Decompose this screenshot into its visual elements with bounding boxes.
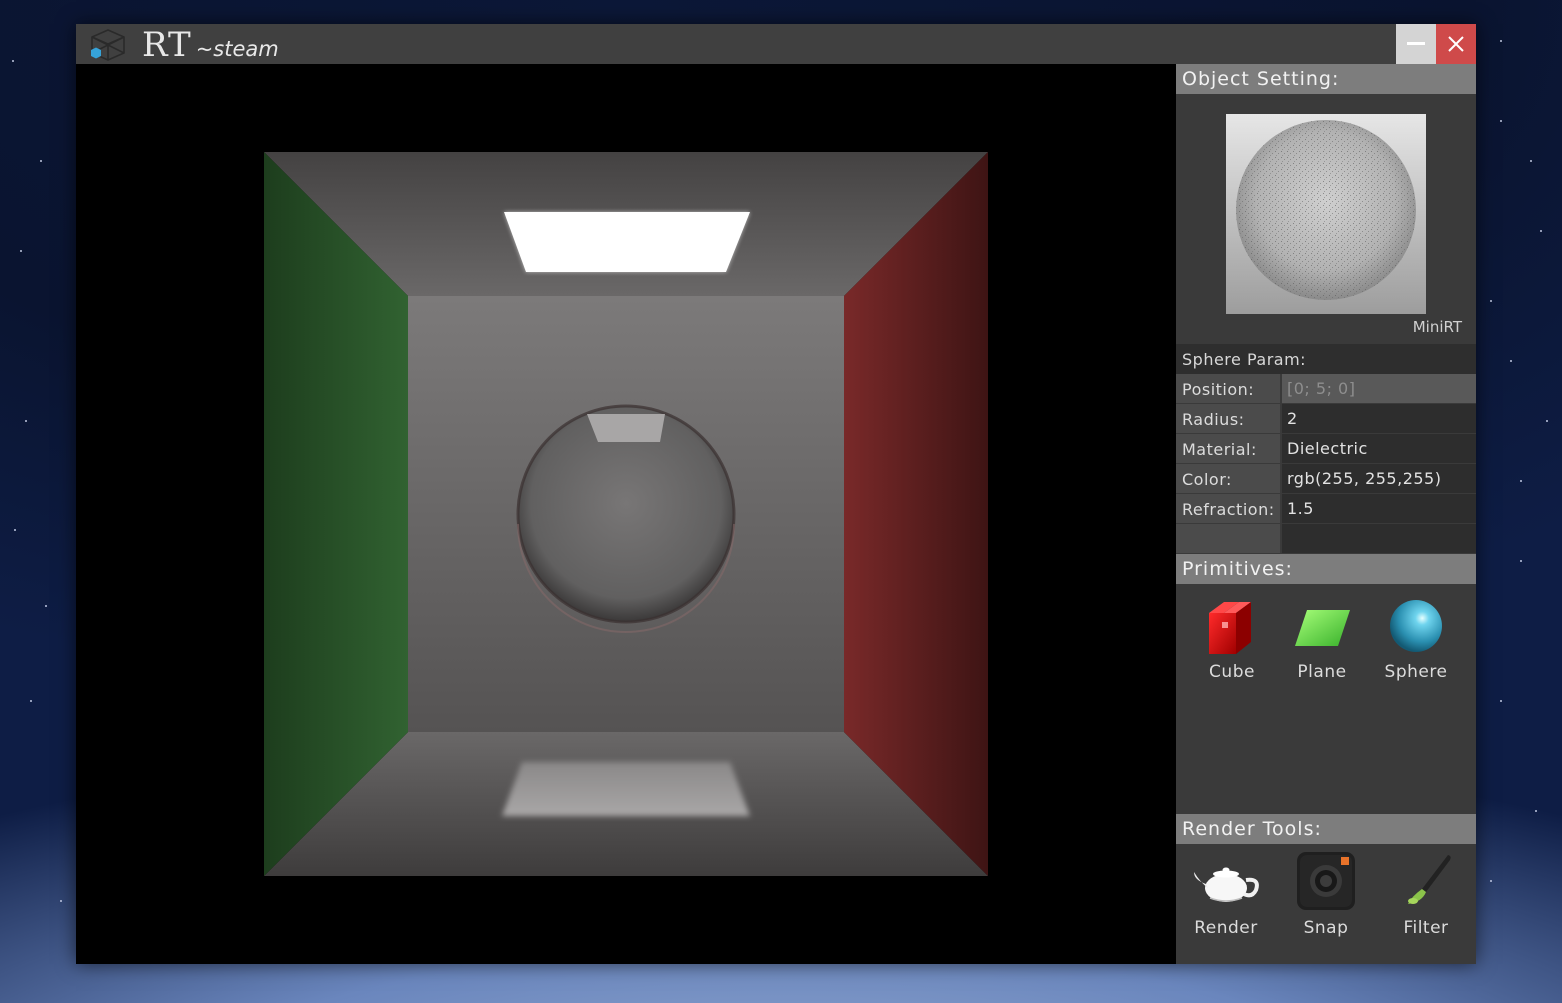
cornell-box-render bbox=[264, 152, 988, 876]
sphere-param-title: Sphere Param: bbox=[1176, 344, 1476, 374]
filter-button[interactable]: Filter bbox=[1386, 852, 1466, 938]
side-panel: Object Setting: MiniRT Sphere Param: Pos… bbox=[1176, 64, 1476, 964]
star bbox=[1540, 230, 1542, 232]
sphere-light-highlight bbox=[587, 414, 665, 442]
cube-logo-icon bbox=[91, 29, 125, 61]
app-title-main: RT bbox=[142, 25, 192, 65]
star bbox=[1500, 120, 1502, 122]
param-label-color: Color: bbox=[1176, 464, 1280, 493]
empty-param-input[interactable] bbox=[1282, 524, 1476, 553]
param-label-radius: Radius: bbox=[1176, 404, 1280, 433]
primitive-plane-button[interactable]: Plane bbox=[1282, 596, 1362, 682]
param-row-radius: Radius: bbox=[1176, 404, 1476, 434]
star bbox=[30, 700, 32, 702]
render-tools-header: Render Tools: bbox=[1176, 814, 1476, 844]
param-row-color: Color: bbox=[1176, 464, 1476, 494]
title-bar[interactable]: RT ~steam bbox=[76, 24, 1476, 65]
primitive-sphere-button[interactable]: Sphere bbox=[1376, 596, 1456, 682]
red-cube-icon bbox=[1209, 602, 1251, 654]
material-input[interactable] bbox=[1282, 434, 1476, 463]
app-title-sub: ~steam bbox=[195, 37, 279, 61]
star bbox=[12, 60, 14, 62]
star bbox=[25, 420, 27, 422]
filter-label: Filter bbox=[1403, 918, 1449, 938]
star bbox=[14, 529, 16, 531]
param-label-material: Material: bbox=[1176, 434, 1280, 463]
star bbox=[1530, 160, 1532, 162]
param-label-position: Position: bbox=[1176, 374, 1280, 403]
paintbrush-icon bbox=[1408, 855, 1451, 904]
refraction-input[interactable] bbox=[1282, 494, 1476, 523]
param-label-empty bbox=[1176, 524, 1280, 553]
star bbox=[1520, 480, 1522, 482]
position-input[interactable] bbox=[1282, 374, 1476, 403]
render-viewport[interactable] bbox=[76, 64, 1176, 964]
param-label-refraction: Refraction: bbox=[1176, 494, 1280, 523]
param-row-material: Material: bbox=[1176, 434, 1476, 464]
star bbox=[1535, 810, 1537, 812]
primitive-plane-label: Plane bbox=[1297, 662, 1347, 682]
radius-input[interactable] bbox=[1282, 404, 1476, 433]
color-input[interactable] bbox=[1282, 464, 1476, 493]
teapot-icon bbox=[1194, 867, 1259, 902]
blue-sphere-icon bbox=[1390, 600, 1442, 652]
star bbox=[20, 250, 22, 252]
camera-icon bbox=[1297, 852, 1355, 910]
primitives-header: Primitives: bbox=[1176, 554, 1476, 584]
star bbox=[1520, 560, 1522, 562]
minimize-icon bbox=[1407, 42, 1425, 45]
sphere-preview-image bbox=[1226, 114, 1426, 314]
star bbox=[40, 160, 42, 162]
param-row-empty bbox=[1176, 524, 1476, 554]
render-label: Render bbox=[1194, 918, 1258, 938]
snap-button[interactable]: Snap bbox=[1286, 852, 1366, 938]
star bbox=[1500, 700, 1502, 702]
star bbox=[1510, 360, 1512, 362]
snap-label: Snap bbox=[1303, 918, 1349, 938]
star bbox=[1546, 420, 1548, 422]
app-title: RT ~steam bbox=[142, 24, 279, 65]
star bbox=[60, 900, 62, 902]
green-plane-icon bbox=[1295, 610, 1350, 646]
object-setting-header: Object Setting: bbox=[1176, 64, 1476, 94]
area-light bbox=[504, 212, 750, 272]
primitive-cube-label: Cube bbox=[1209, 662, 1255, 682]
param-row-refraction: Refraction: bbox=[1176, 494, 1476, 524]
app-window: RT ~steam Object Setting: MiniRT Sphere … bbox=[76, 24, 1476, 964]
close-button[interactable] bbox=[1436, 24, 1476, 64]
star bbox=[1500, 40, 1502, 42]
preview-caption: MiniRT bbox=[1412, 318, 1462, 336]
star bbox=[1490, 880, 1492, 882]
primitive-cube-button[interactable]: Cube bbox=[1192, 596, 1272, 682]
star bbox=[45, 605, 47, 607]
param-row-position: Position: bbox=[1176, 374, 1476, 404]
light-reflection-floor bbox=[502, 762, 750, 816]
close-icon bbox=[1448, 36, 1464, 52]
render-button[interactable]: Render bbox=[1186, 852, 1266, 938]
primitive-sphere-label: Sphere bbox=[1384, 662, 1448, 682]
minimize-button[interactable] bbox=[1396, 24, 1436, 64]
star bbox=[1490, 300, 1492, 302]
